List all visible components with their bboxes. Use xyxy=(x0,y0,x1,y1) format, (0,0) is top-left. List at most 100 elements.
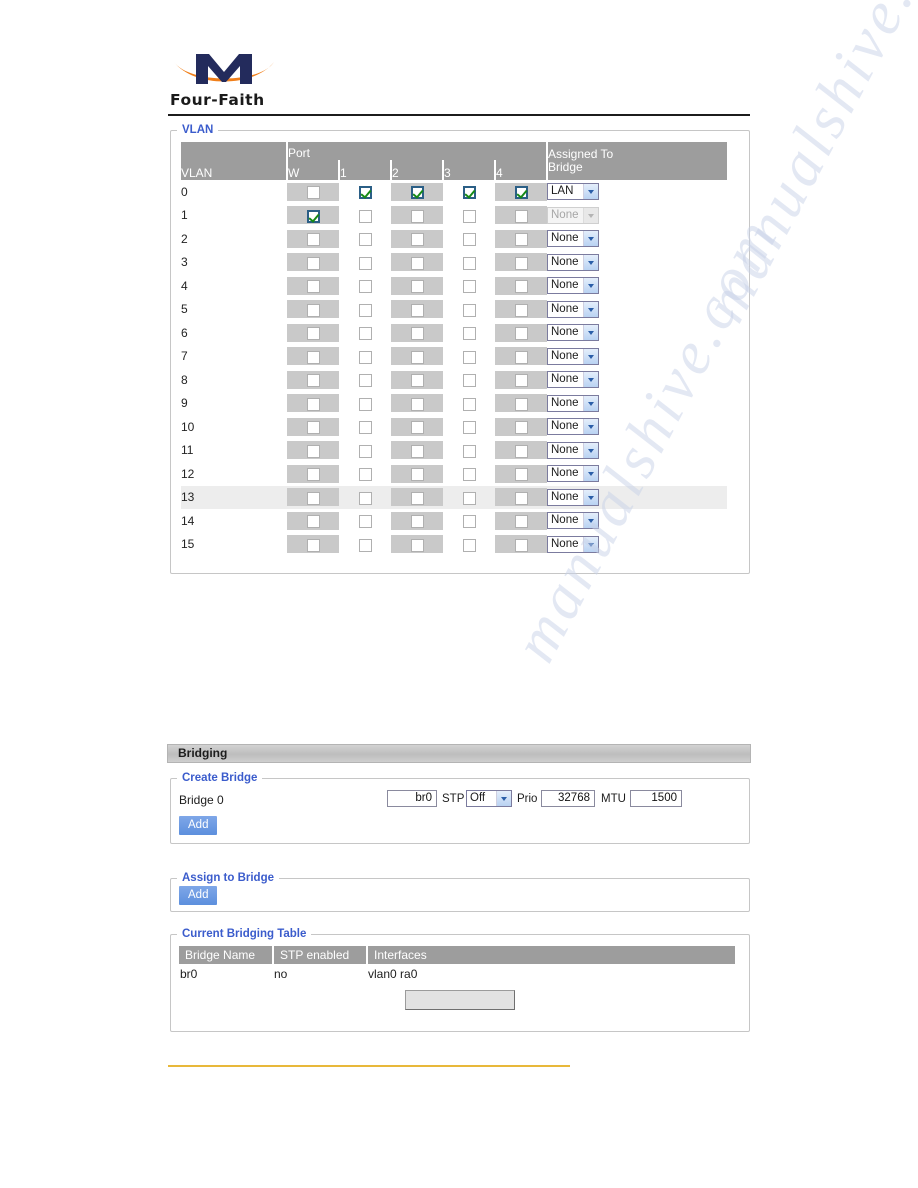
port-checkbox[interactable] xyxy=(514,233,528,247)
port-checkbox[interactable] xyxy=(358,256,372,270)
port-checkbox[interactable] xyxy=(306,538,320,552)
port-checkbox[interactable] xyxy=(306,233,320,247)
port-checkbox[interactable] xyxy=(306,186,320,200)
port-checkbox[interactable] xyxy=(306,397,320,411)
port-checkbox[interactable] xyxy=(514,350,528,364)
assigned-bridge-select[interactable]: None xyxy=(547,371,599,389)
port-checkbox[interactable] xyxy=(514,280,528,294)
port-checkbox[interactable] xyxy=(410,233,424,247)
assigned-bridge-select[interactable]: None xyxy=(547,488,599,506)
port-checkbox[interactable] xyxy=(306,374,320,388)
port-checkbox[interactable] xyxy=(358,421,372,435)
port-checkbox[interactable] xyxy=(358,491,372,505)
port-checkbox[interactable] xyxy=(358,468,372,482)
assigned-bridge-select[interactable]: None xyxy=(547,512,599,530)
port-checkbox[interactable] xyxy=(410,538,424,552)
port-checkbox[interactable] xyxy=(514,444,528,458)
port-checkbox[interactable] xyxy=(410,186,424,200)
port-checkbox[interactable] xyxy=(306,491,320,505)
port-checkbox[interactable] xyxy=(306,327,320,341)
bridge-name-input[interactable]: br0 xyxy=(387,790,437,807)
port-checkbox[interactable] xyxy=(462,397,476,411)
assigned-bridge-select[interactable]: None xyxy=(547,347,599,365)
port-checkbox[interactable] xyxy=(514,468,528,482)
port-checkbox[interactable] xyxy=(514,209,528,223)
port-checkbox[interactable] xyxy=(514,374,528,388)
port-checkbox[interactable] xyxy=(462,515,476,529)
port-checkbox[interactable] xyxy=(410,515,424,529)
mtu-input[interactable]: 1500 xyxy=(630,790,682,807)
port-checkbox[interactable] xyxy=(462,444,476,458)
port-checkbox[interactable] xyxy=(306,350,320,364)
port-checkbox[interactable] xyxy=(514,303,528,317)
port-checkbox[interactable] xyxy=(462,350,476,364)
port-checkbox[interactable] xyxy=(462,256,476,270)
assigned-bridge-select[interactable]: None xyxy=(547,324,599,342)
port-checkbox[interactable] xyxy=(358,209,372,223)
port-checkbox[interactable] xyxy=(410,303,424,317)
port-checkbox[interactable] xyxy=(358,303,372,317)
port-checkbox[interactable] xyxy=(358,515,372,529)
port-checkbox[interactable] xyxy=(410,280,424,294)
port-checkbox[interactable] xyxy=(358,444,372,458)
assigned-bridge-select[interactable]: None xyxy=(547,441,599,459)
port-checkbox[interactable] xyxy=(410,374,424,388)
port-checkbox[interactable] xyxy=(410,209,424,223)
port-checkbox[interactable] xyxy=(306,515,320,529)
port-checkbox[interactable] xyxy=(514,491,528,505)
port-checkbox[interactable] xyxy=(462,538,476,552)
port-checkbox[interactable] xyxy=(306,209,320,223)
stp-select[interactable]: Off xyxy=(466,790,512,807)
port-checkbox[interactable] xyxy=(358,538,372,552)
port-checkbox[interactable] xyxy=(410,350,424,364)
create-bridge-add-button[interactable]: Add xyxy=(179,816,218,835)
port-checkbox[interactable] xyxy=(462,468,476,482)
port-checkbox[interactable] xyxy=(306,303,320,317)
prio-input[interactable]: 32768 xyxy=(541,790,595,807)
port-checkbox[interactable] xyxy=(410,327,424,341)
assigned-bridge-select[interactable]: None xyxy=(547,418,599,436)
port-checkbox[interactable] xyxy=(410,444,424,458)
port-checkbox[interactable] xyxy=(462,421,476,435)
port-checkbox[interactable] xyxy=(358,327,372,341)
port-checkbox[interactable] xyxy=(462,280,476,294)
assigned-bridge-select[interactable]: None xyxy=(547,230,599,248)
assign-to-bridge-add-button[interactable]: Add xyxy=(179,886,218,905)
port-checkbox[interactable] xyxy=(358,233,372,247)
port-checkbox[interactable] xyxy=(410,256,424,270)
port-checkbox[interactable] xyxy=(514,515,528,529)
port-checkbox[interactable] xyxy=(514,327,528,341)
port-checkbox[interactable] xyxy=(514,538,528,552)
assigned-bridge-select[interactable]: LAN xyxy=(547,183,599,201)
port-checkbox[interactable] xyxy=(410,397,424,411)
port-checkbox[interactable] xyxy=(358,374,372,388)
port-checkbox[interactable] xyxy=(462,186,476,200)
port-checkbox[interactable] xyxy=(462,233,476,247)
port-checkbox[interactable] xyxy=(306,444,320,458)
bridging-table-action-button[interactable] xyxy=(405,990,515,1010)
assigned-bridge-select[interactable]: None xyxy=(547,300,599,318)
port-checkbox[interactable] xyxy=(358,397,372,411)
port-checkbox[interactable] xyxy=(514,397,528,411)
port-checkbox[interactable] xyxy=(462,374,476,388)
port-checkbox[interactable] xyxy=(514,186,528,200)
port-checkbox[interactable] xyxy=(514,421,528,435)
port-checkbox[interactable] xyxy=(462,303,476,317)
assigned-bridge-select[interactable]: None xyxy=(547,465,599,483)
port-checkbox[interactable] xyxy=(306,280,320,294)
assigned-bridge-select[interactable]: None xyxy=(547,277,599,295)
assigned-bridge-select[interactable]: None xyxy=(547,535,599,553)
port-checkbox[interactable] xyxy=(462,327,476,341)
port-checkbox[interactable] xyxy=(358,186,372,200)
port-checkbox[interactable] xyxy=(358,280,372,294)
port-checkbox[interactable] xyxy=(410,421,424,435)
port-checkbox[interactable] xyxy=(306,421,320,435)
port-checkbox[interactable] xyxy=(462,209,476,223)
port-checkbox[interactable] xyxy=(306,468,320,482)
port-checkbox[interactable] xyxy=(462,491,476,505)
port-checkbox[interactable] xyxy=(514,256,528,270)
port-checkbox[interactable] xyxy=(410,491,424,505)
port-checkbox[interactable] xyxy=(306,256,320,270)
port-checkbox[interactable] xyxy=(410,468,424,482)
assigned-bridge-select[interactable]: None xyxy=(547,394,599,412)
